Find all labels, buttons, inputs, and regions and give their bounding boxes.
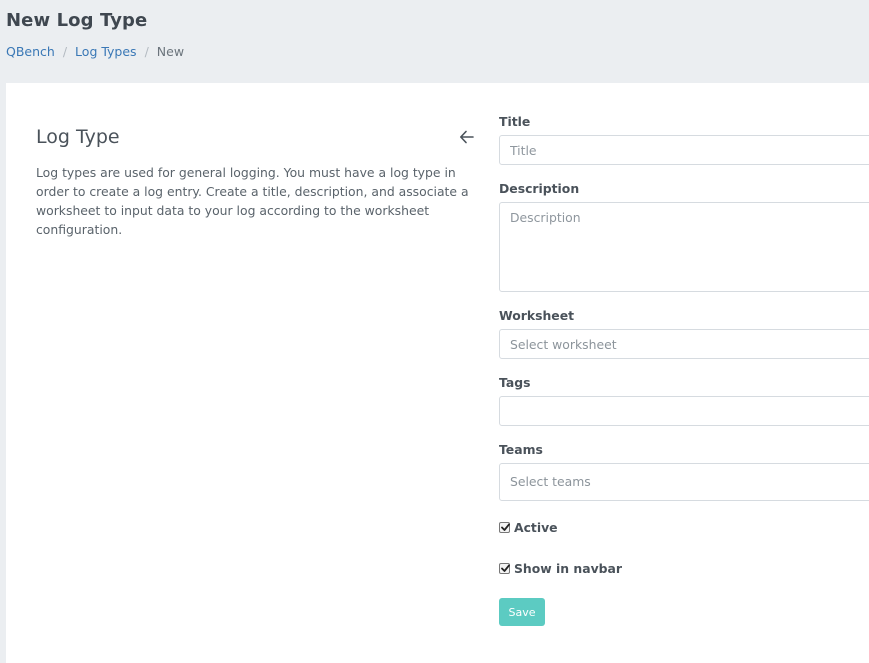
breadcrumb-qbench[interactable]: QBench <box>6 44 55 59</box>
title-input[interactable] <box>499 135 869 165</box>
worksheet-select[interactable]: Select worksheet <box>499 329 869 359</box>
show-in-navbar-checkbox[interactable] <box>499 563 510 574</box>
arrow-left-icon[interactable] <box>458 128 476 146</box>
teams-label: Teams <box>499 442 543 457</box>
worksheet-label: Worksheet <box>499 308 575 323</box>
save-button[interactable]: Save <box>499 598 545 626</box>
active-checkbox-row[interactable]: Active <box>499 520 558 535</box>
page-header: New Log Type QBench / Log Types / New <box>0 0 869 83</box>
section-description: Log types are used for general logging. … <box>36 165 469 237</box>
tags-input[interactable] <box>499 396 869 426</box>
section-title: Log Type <box>36 126 120 148</box>
breadcrumb-separator: / <box>144 44 149 59</box>
teams-placeholder: Select teams <box>510 474 591 489</box>
show-in-navbar-checkbox-row[interactable]: Show in navbar <box>499 561 622 576</box>
worksheet-placeholder: Select worksheet <box>510 337 617 352</box>
tags-label: Tags <box>499 375 531 390</box>
page-title: New Log Type <box>6 10 148 31</box>
show-in-navbar-label[interactable]: Show in navbar <box>514 561 622 576</box>
active-checkbox[interactable] <box>499 522 510 533</box>
title-label: Title <box>499 114 531 129</box>
description-label: Description <box>499 181 580 196</box>
breadcrumb-current: New <box>156 44 185 59</box>
active-label[interactable]: Active <box>514 520 558 535</box>
checkmark-icon <box>501 523 510 531</box>
teams-select[interactable]: Select teams <box>499 463 869 501</box>
description-textarea[interactable] <box>499 202 869 292</box>
breadcrumb-separator: / <box>62 44 68 59</box>
form-card: Log Type Log types are used for general … <box>6 83 869 663</box>
breadcrumb-log-types[interactable]: Log Types <box>75 44 137 59</box>
breadcrumb: QBench / Log Types / New <box>6 44 184 59</box>
checkmark-icon <box>501 564 510 572</box>
